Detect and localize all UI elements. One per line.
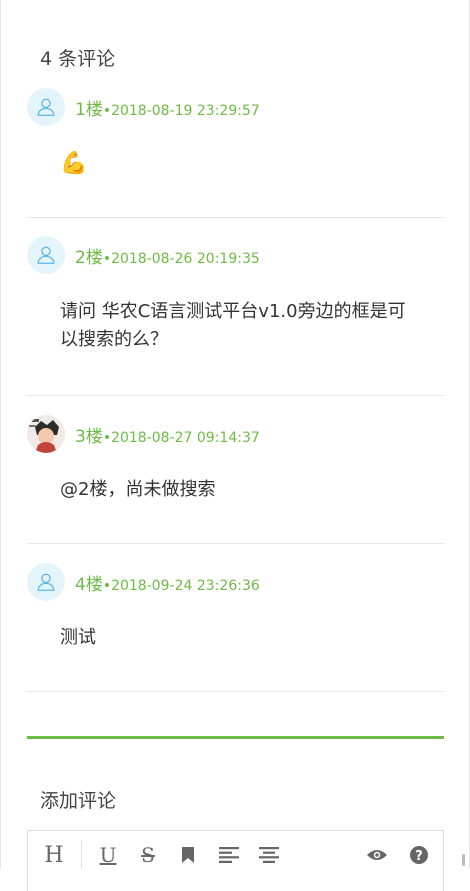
align-left-icon[interactable] bbox=[217, 843, 241, 867]
comment-date: •2018-08-27 09:14:37 bbox=[102, 430, 260, 446]
floor-label: 4楼 bbox=[75, 575, 103, 595]
heading-icon[interactable]: H bbox=[42, 843, 66, 868]
comment-meta: 3楼•2018-08-27 09:14:37 bbox=[75, 422, 260, 447]
comment-meta: 4楼•2018-09-24 23:26:36 bbox=[75, 570, 260, 595]
comment-date: •2018-09-24 23:26:36 bbox=[102, 578, 260, 594]
strikethrough-icon[interactable]: S bbox=[136, 843, 160, 867]
underline-icon[interactable]: U bbox=[96, 843, 120, 867]
comment-text: @2楼，尚未做搜索 bbox=[60, 479, 216, 500]
comment-text: 测试 bbox=[60, 627, 96, 648]
floor-label: 2楼 bbox=[75, 248, 103, 268]
scrollbar-thumb[interactable] bbox=[462, 854, 465, 866]
floor-label: 1楼 bbox=[75, 100, 103, 120]
user-avatar-icon[interactable] bbox=[27, 236, 65, 274]
comment-divider bbox=[27, 395, 444, 396]
add-comment-title: 添加评论 bbox=[40, 790, 117, 812]
comment-meta: 1楼•2018-08-19 23:29:57 bbox=[75, 95, 260, 120]
comment-divider bbox=[27, 691, 444, 692]
bookmark-icon[interactable] bbox=[176, 843, 200, 867]
toolbar-divider bbox=[81, 841, 82, 869]
eye-icon[interactable] bbox=[365, 843, 389, 867]
comment-divider bbox=[27, 217, 444, 218]
align-center-icon[interactable] bbox=[257, 843, 281, 867]
section-accent-divider bbox=[27, 736, 444, 739]
user-avatar-icon[interactable] bbox=[27, 88, 65, 126]
comment-meta: 2楼•2018-08-26 20:19:35 bbox=[75, 243, 260, 268]
comment-date: •2018-08-26 20:19:35 bbox=[102, 251, 260, 267]
frame-left-border bbox=[0, 0, 1, 869]
comment-editor[interactable]: H U S ? bbox=[27, 830, 444, 891]
floor-label: 3楼 bbox=[75, 427, 103, 447]
help-icon[interactable]: ? bbox=[407, 843, 431, 867]
user-photo-avatar-icon[interactable] bbox=[27, 415, 65, 453]
comment-text: 💪 bbox=[60, 151, 88, 176]
user-avatar-icon[interactable] bbox=[27, 563, 65, 601]
comment-text: 请问 华农C语言测试平台v1.0旁边的框是可以搜索的么？ bbox=[60, 301, 406, 350]
svg-text:?: ? bbox=[415, 849, 423, 864]
comment-date: •2018-08-19 23:29:57 bbox=[102, 103, 260, 119]
comment-count-title: 4 条评论 bbox=[40, 48, 116, 70]
comment-divider bbox=[27, 543, 444, 544]
